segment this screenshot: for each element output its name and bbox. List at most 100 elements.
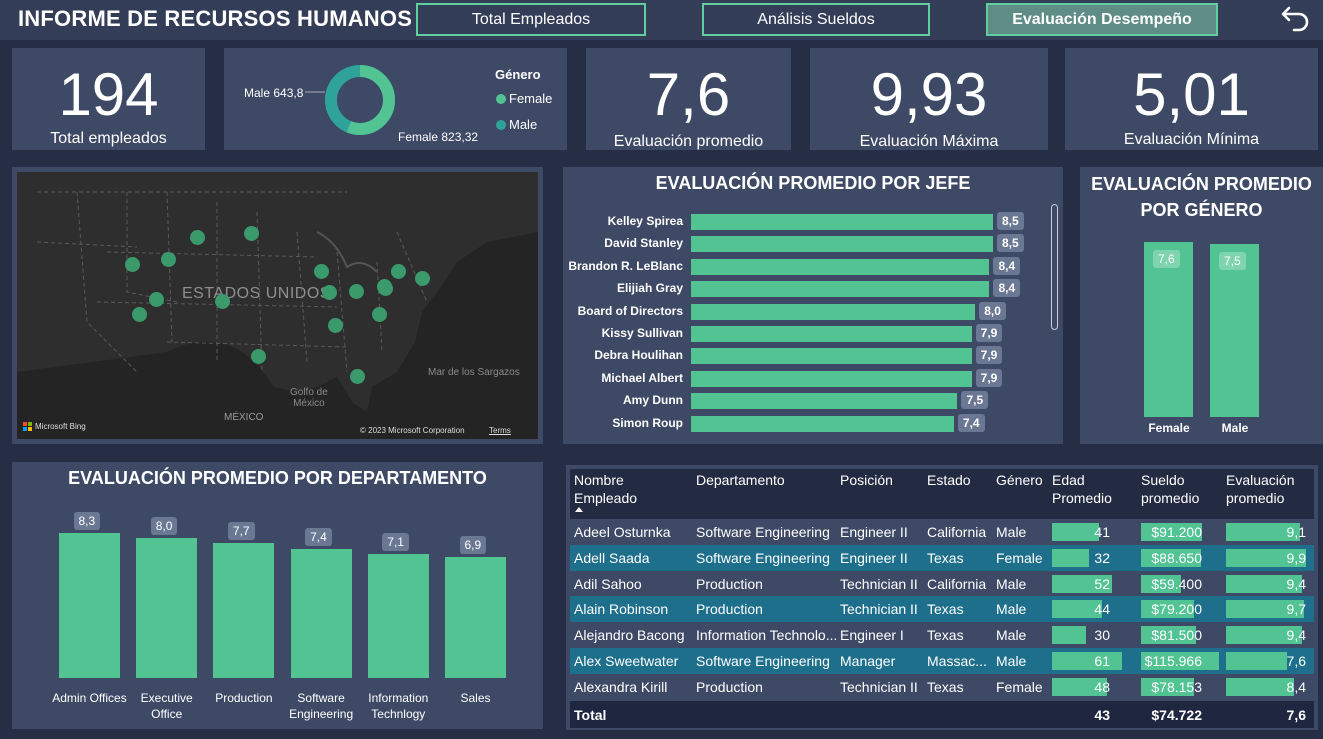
jefe-bar-row: Board of Directors 8,0 xyxy=(563,301,1053,323)
table-row[interactable]: Alejandro Bacong Information Technolo... E… xyxy=(570,622,1314,648)
microsoft-logo-icon xyxy=(23,422,32,431)
map-terms-link[interactable]: Terms xyxy=(489,426,511,435)
us-map[interactable] xyxy=(17,172,538,439)
table-row[interactable]: Alain Robinson Production Technician II Tex… xyxy=(570,596,1314,623)
cell-edad: 61 xyxy=(1094,653,1110,669)
th-nombre[interactable]: Nombre Empleado xyxy=(574,471,684,507)
employee-table: Nombre Empleado Departamento Posición Es… xyxy=(566,465,1318,730)
bing-label: Microsoft Bing xyxy=(35,422,86,431)
dept-category-label: Production xyxy=(215,691,273,705)
jefe-bar xyxy=(691,281,990,298)
jefe-bar xyxy=(691,236,993,253)
tab-evaluacion-desempeno[interactable]: Evaluación Desempeño xyxy=(986,3,1218,36)
th-sueldo[interactable]: Sueldo promedio xyxy=(1141,471,1211,507)
jefe-bar-row: Kelley Spirea 8,5 xyxy=(563,211,1053,233)
map-point xyxy=(132,307,147,322)
th-posicion[interactable]: Posición xyxy=(840,471,893,489)
jefe-bar-row: Simon Roup 7,4 xyxy=(563,413,1053,435)
th-edad[interactable]: Edad Promedio xyxy=(1052,471,1122,507)
jefe-bar xyxy=(691,348,972,365)
gender-donut-card: Male 643,8 Female 823,32 Género Female M… xyxy=(224,48,567,150)
table-row[interactable]: Alexandra Kirill Production Technician II T… xyxy=(570,674,1314,700)
jefe-value-label: 7,9 xyxy=(975,324,1003,342)
cell-sueldo: $59.400 xyxy=(1151,575,1202,592)
map-sea-label: Mar de los Sargazos xyxy=(428,367,520,378)
gender-value-label: 7,6 xyxy=(1153,250,1180,268)
jefe-name-label: Simon Roup xyxy=(612,415,683,430)
cell-departamento: Software Engineering xyxy=(696,653,830,669)
cell-posicion: Technician II xyxy=(840,575,918,592)
scrollbar[interactable] xyxy=(1051,204,1058,330)
th-departamento[interactable]: Departamento xyxy=(696,471,785,489)
dept-value-label: 6,9 xyxy=(459,536,487,555)
cell-evaluacion: 9,7 xyxy=(1286,601,1306,618)
cell-edad: 44 xyxy=(1094,601,1110,618)
dept-category-label: Sales xyxy=(460,691,491,705)
cell-departamento: Production xyxy=(696,601,763,618)
jefe-value-label: 7,4 xyxy=(957,413,985,432)
cell-estado: Texas xyxy=(927,627,964,644)
kpi-label: Evaluación promedio xyxy=(613,133,764,150)
map-mexico-label: MÉXICO xyxy=(224,412,264,423)
jefe-bar xyxy=(691,393,958,410)
cell-evaluacion: 9,1 xyxy=(1286,524,1306,540)
cell-genero: Female xyxy=(996,549,1043,566)
dept-bar xyxy=(59,533,120,678)
th-evaluacion[interactable]: Evaluación promedio xyxy=(1226,471,1316,507)
map-point xyxy=(190,230,205,245)
jefe-name-label: Debra Houlihan xyxy=(594,348,683,363)
map-point xyxy=(322,285,337,300)
jefe-value-label: 7,9 xyxy=(975,346,1003,365)
jefe-bar xyxy=(691,415,954,432)
jefe-value-label: 8,4 xyxy=(993,279,1021,298)
jefe-value-label: 8,4 xyxy=(993,256,1021,275)
total-edad: 43 xyxy=(1094,707,1110,723)
cell-posicion: Engineer II xyxy=(840,549,908,566)
kpi-label: Total empleados xyxy=(50,130,167,147)
th-genero[interactable]: Género xyxy=(996,471,1043,489)
dept-bar xyxy=(213,543,275,678)
chart-eval-jefe: EVALUACIÓN PROMEDIO POR JEFE Kelley Spir… xyxy=(563,167,1063,444)
cell-genero: Female xyxy=(996,678,1043,695)
cell-evaluacion: 7,6 xyxy=(1286,653,1306,669)
map-point xyxy=(349,284,364,299)
legend-female-label: Female xyxy=(509,91,553,106)
cell-estado: Texas xyxy=(927,678,964,695)
cell-sueldo: $88.650 xyxy=(1151,549,1202,566)
chart-eval-departamento: EVALUACIÓN PROMEDIO POR DEPARTAMENTO 8,3… xyxy=(12,462,543,729)
dept-value-label: 7,7 xyxy=(227,522,255,541)
table-row[interactable]: Adell Saada Software Engineering Engineer … xyxy=(570,544,1314,571)
cell-posicion: Engineer II xyxy=(840,524,908,540)
back-arrow-icon[interactable] xyxy=(1280,2,1312,34)
jefe-name-label: David Stanley xyxy=(604,236,683,251)
cell-evaluacion: 9,9 xyxy=(1286,549,1306,566)
sort-ascending-icon[interactable] xyxy=(574,505,584,513)
tab-analisis-sueldos[interactable]: Análisis Sueldos xyxy=(702,3,930,36)
kpi-label: Evaluación Mínima xyxy=(1123,131,1260,148)
cell-nombre: Alex Sweetwater xyxy=(574,653,679,669)
cell-evaluacion: 8,4 xyxy=(1286,678,1306,695)
tab-total-empleados[interactable]: Total Empleados xyxy=(416,3,646,36)
donut-male-label: Male 643,8 xyxy=(244,86,304,100)
jefe-bar-row: Amy Dunn 7,5 xyxy=(563,390,1053,412)
map-point xyxy=(350,369,365,384)
cell-departamento: Information Technolo... xyxy=(696,627,836,644)
cell-departamento: Production xyxy=(696,678,763,695)
jefe-bar xyxy=(691,214,993,230)
cell-estado: California xyxy=(927,575,987,592)
cell-departamento: Software Engineering xyxy=(696,549,830,566)
gender-category-label: Male xyxy=(1221,421,1249,435)
legend-male: Male xyxy=(496,117,537,132)
table-row[interactable]: Adil Sahoo Production Technician II Califor… xyxy=(570,571,1314,597)
th-estado[interactable]: Estado xyxy=(927,471,971,489)
jefe-value-label: 7,5 xyxy=(961,391,989,410)
cell-estado: Massac... xyxy=(927,653,987,669)
dept-bar xyxy=(367,553,429,678)
jefe-name-label: Kelley Spirea xyxy=(607,214,683,228)
page-title: INFORME DE RECURSOS HUMANOS xyxy=(18,6,413,31)
dept-value-label: 8,0 xyxy=(150,517,178,536)
cell-sueldo: $81.500 xyxy=(1151,627,1202,644)
table-row[interactable]: Alex Sweetwater Software Engineering Manag… xyxy=(570,648,1314,674)
table-row[interactable]: Adeel Osturnka Software Engineering Engine… xyxy=(570,519,1314,545)
bing-logo: Microsoft Bing xyxy=(23,422,86,431)
